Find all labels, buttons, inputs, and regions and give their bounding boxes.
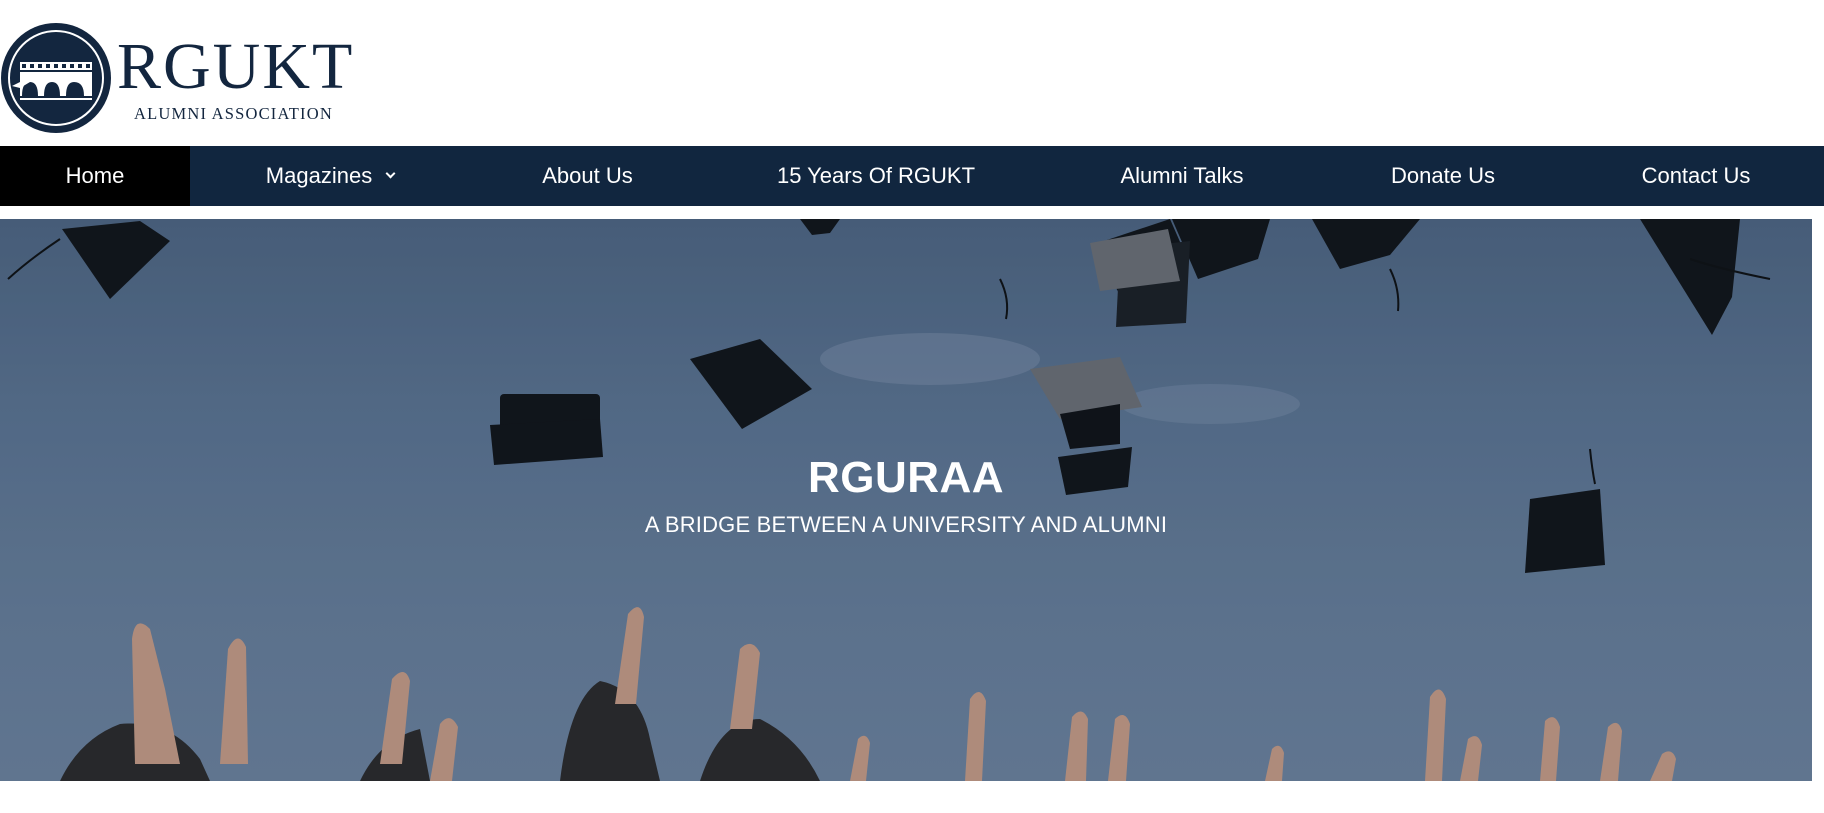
hero-subtitle: A BRIDGE BETWEEN A UNIVERSITY AND ALUMNI [644,512,1168,537]
site-logo[interactable]: RGUKT ALUMNI ASSOCIATION [0,20,352,136]
nav-item-about-us[interactable]: About Us [530,146,645,206]
main-nav: Home Magazines About Us 15 Years Of RGUK… [0,146,1824,206]
chevron-down-icon [385,168,396,179]
nav-item-label: Donate Us [1391,163,1495,188]
nav-item-label: About Us [542,163,633,188]
hero-title: RGURAA [807,453,1005,502]
logo-tagline: ALUMNI ASSOCIATION [134,104,333,123]
nav-item-contact-us[interactable]: Contact Us [1636,146,1756,206]
nav-item-magazines[interactable]: Magazines [250,146,410,206]
nav-item-label: Contact Us [1641,163,1751,188]
nav-item-label: 15 Years Of RGUKT [776,163,976,188]
site-header: RGUKT ALUMNI ASSOCIATION [0,0,1824,146]
nav-item-label: Alumni Talks [1120,163,1244,188]
nav-item-15-years[interactable]: 15 Years Of RGUKT [770,146,982,206]
nav-item-label: Home [65,163,125,188]
logo-wordmark: RGUKT [117,30,355,103]
nav-item-label: Magazines [265,163,373,188]
hero-banner: RGURAA A BRIDGE BETWEEN A UNIVERSITY AND… [0,219,1812,781]
nav-item-donate-us[interactable]: Donate Us [1385,146,1501,206]
nav-item-home[interactable]: Home [0,146,190,206]
bridge-emblem-icon [1,23,111,133]
nav-item-alumni-talks[interactable]: Alumni Talks [1110,146,1254,206]
